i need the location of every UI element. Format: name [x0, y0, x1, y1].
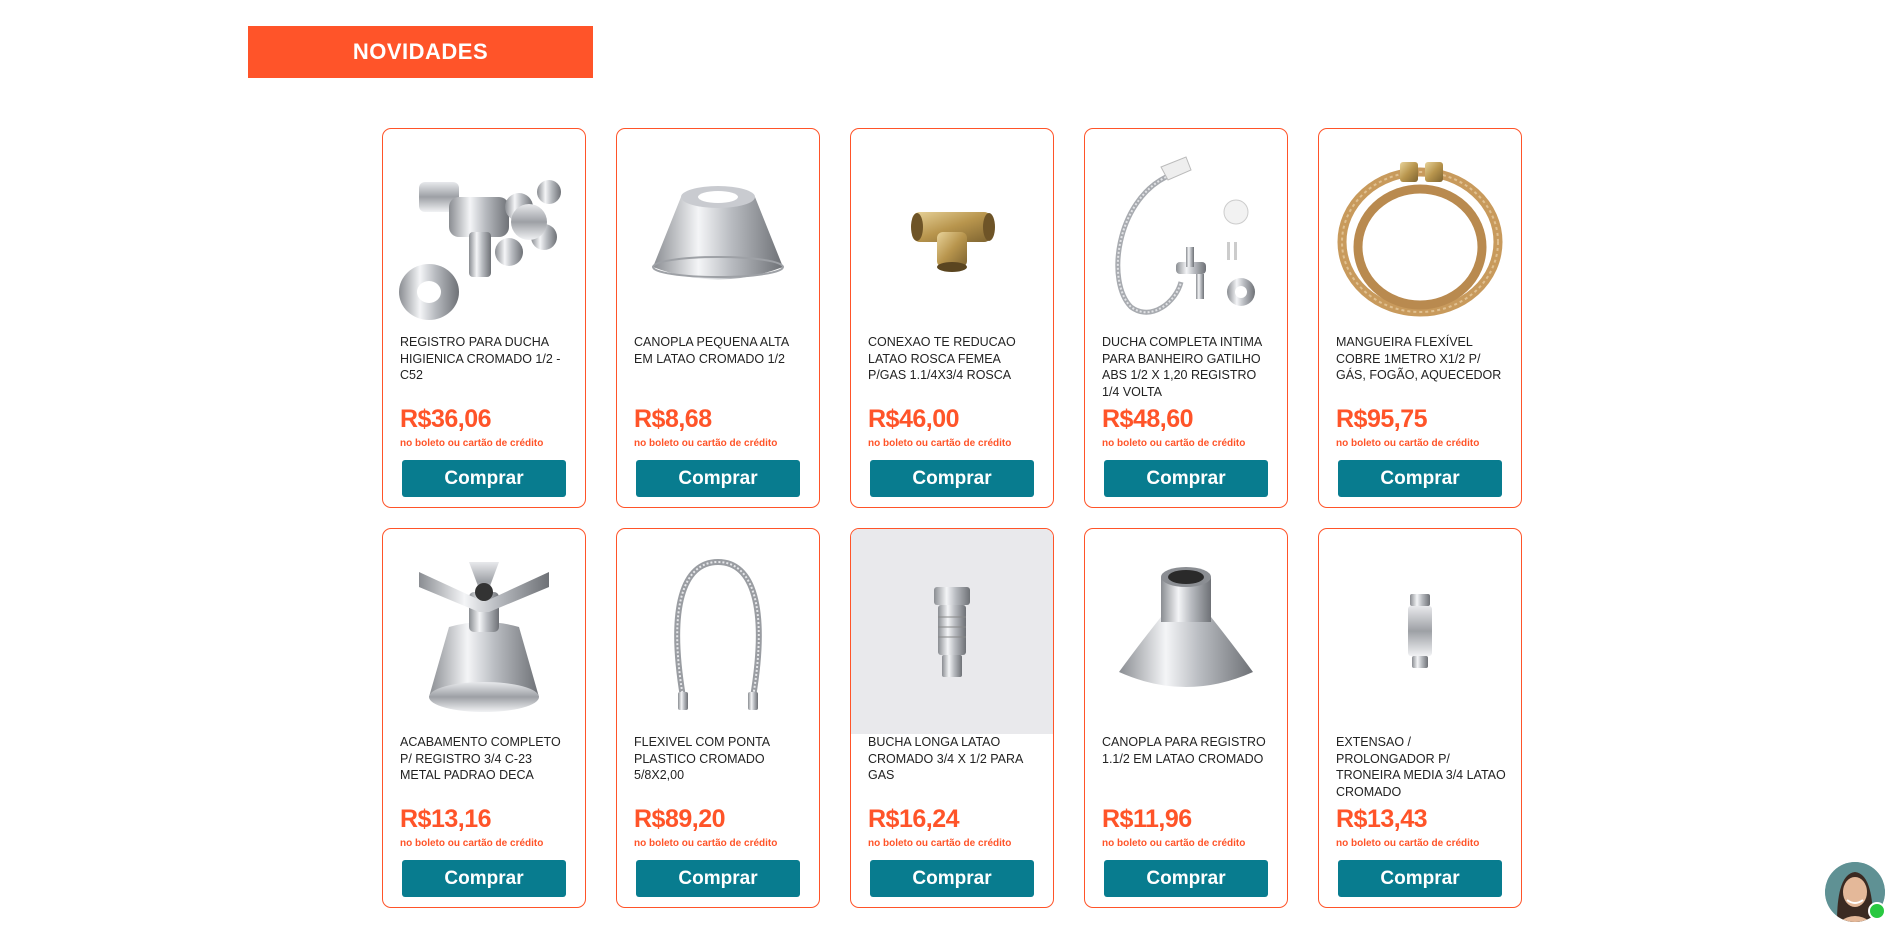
product-price: R$95,75	[1336, 405, 1428, 433]
product-name[interactable]: BUCHA LONGA LATAO CROMADO 3/4 X 1/2 PARA…	[868, 734, 1040, 802]
product-card[interactable]: CANOPLA PARA REGISTRO 1.1/2 EM LATAO CRO…	[1084, 528, 1288, 908]
product-card[interactable]: CANOPLA PEQUENA ALTA EM LATAO CROMADO 1/…	[616, 128, 820, 508]
product-name[interactable]: MANGUEIRA FLEXÍVEL COBRE 1METRO X1/2 P/ …	[1336, 334, 1508, 402]
product-price: R$89,20	[634, 805, 726, 833]
product-price: R$36,06	[400, 405, 492, 433]
payment-note: no boleto ou cartão de crédito	[400, 438, 544, 449]
buy-button[interactable]: Comprar	[1104, 860, 1268, 897]
product-image[interactable]	[1319, 529, 1521, 734]
product-name[interactable]: EXTENSAO / PROLONGADOR P/ TRONEIRA MEDIA…	[1336, 734, 1508, 802]
product-image[interactable]	[383, 129, 585, 334]
product-image[interactable]	[1085, 129, 1287, 334]
product-name[interactable]: DUCHA COMPLETA INTIMA PARA BANHEIRO GATI…	[1102, 334, 1274, 402]
product-grid: REGISTRO PARA DUCHA HIGIENICA CROMADO 1/…	[382, 128, 1522, 908]
brass-tee-icon	[911, 211, 995, 272]
product-card[interactable]: MANGUEIRA FLEXÍVEL COBRE 1METRO X1/2 P/ …	[1318, 128, 1522, 508]
payment-note: no boleto ou cartão de crédito	[634, 838, 778, 849]
buy-button[interactable]: Comprar	[870, 860, 1034, 897]
buy-button[interactable]: Comprar	[402, 860, 566, 897]
product-price: R$46,00	[868, 405, 960, 433]
product-image[interactable]	[383, 529, 585, 734]
payment-note: no boleto ou cartão de crédito	[868, 438, 1012, 449]
cross-handle-icon	[419, 561, 549, 712]
product-name[interactable]: CANOPLA PEQUENA ALTA EM LATAO CROMADO 1/…	[634, 334, 806, 402]
payment-note: no boleto ou cartão de crédito	[634, 438, 778, 449]
payment-note: no boleto ou cartão de crédito	[1102, 838, 1246, 849]
product-image[interactable]	[617, 529, 819, 734]
online-status-dot	[1868, 902, 1886, 920]
product-price: R$13,16	[400, 805, 492, 833]
product-card[interactable]: FLEXIVEL COM PONTA PLASTICO CROMADO 5/8X…	[616, 528, 820, 908]
product-name[interactable]: REGISTRO PARA DUCHA HIGIENICA CROMADO 1/…	[400, 334, 572, 402]
canopla-large-icon	[1119, 566, 1253, 687]
chrome-valve-icon	[399, 179, 561, 320]
buy-button[interactable]: Comprar	[402, 460, 566, 497]
payment-note: no boleto ou cartão de crédito	[1336, 438, 1480, 449]
product-card[interactable]: EXTENSAO / PROLONGADOR P/ TRONEIRA MEDIA…	[1318, 528, 1522, 908]
extension-icon	[1408, 593, 1432, 668]
product-price: R$8,68	[634, 405, 712, 433]
hygienic-shower-icon	[1115, 155, 1255, 315]
buy-button[interactable]: Comprar	[1104, 460, 1268, 497]
product-name[interactable]: ACABAMENTO COMPLETO P/ REGISTRO 3/4 C-23…	[400, 734, 572, 802]
product-image[interactable]	[1085, 529, 1287, 734]
buy-button[interactable]: Comprar	[1338, 460, 1502, 497]
product-image[interactable]	[1319, 129, 1521, 334]
buy-button[interactable]: Comprar	[636, 460, 800, 497]
canopla-icon	[652, 185, 784, 279]
payment-note: no boleto ou cartão de crédito	[400, 838, 544, 849]
product-image[interactable]	[851, 529, 1053, 734]
product-price: R$11,96	[1102, 805, 1192, 833]
flexible-hose-icon	[674, 558, 762, 710]
copper-hose-icon	[1337, 161, 1503, 316]
product-card[interactable]: REGISTRO PARA DUCHA HIGIENICA CROMADO 1/…	[382, 128, 586, 508]
product-image[interactable]	[851, 129, 1053, 334]
buy-button[interactable]: Comprar	[870, 460, 1034, 497]
product-price: R$16,24	[868, 805, 960, 833]
payment-note: no boleto ou cartão de crédito	[868, 838, 1012, 849]
product-card[interactable]: DUCHA COMPLETA INTIMA PARA BANHEIRO GATI…	[1084, 128, 1288, 508]
product-price: R$48,60	[1102, 405, 1194, 433]
section-title: NOVIDADES	[248, 26, 593, 78]
payment-note: no boleto ou cartão de crédito	[1102, 438, 1246, 449]
product-card[interactable]: CONEXAO TE REDUCAO LATAO ROSCA FEMEA P/G…	[850, 128, 1054, 508]
bushing-icon	[934, 586, 970, 677]
payment-note: no boleto ou cartão de crédito	[1336, 838, 1480, 849]
product-name[interactable]: CONEXAO TE REDUCAO LATAO ROSCA FEMEA P/G…	[868, 334, 1040, 402]
chat-avatar[interactable]	[1825, 862, 1886, 922]
buy-button[interactable]: Comprar	[636, 860, 800, 897]
product-card[interactable]: ACABAMENTO COMPLETO P/ REGISTRO 3/4 C-23…	[382, 528, 586, 908]
product-card[interactable]: BUCHA LONGA LATAO CROMADO 3/4 X 1/2 PARA…	[850, 528, 1054, 908]
product-name[interactable]: FLEXIVEL COM PONTA PLASTICO CROMADO 5/8X…	[634, 734, 806, 802]
product-name[interactable]: CANOPLA PARA REGISTRO 1.1/2 EM LATAO CRO…	[1102, 734, 1274, 802]
buy-button[interactable]: Comprar	[1338, 860, 1502, 897]
product-image[interactable]	[617, 129, 819, 334]
product-price: R$13,43	[1336, 805, 1428, 833]
